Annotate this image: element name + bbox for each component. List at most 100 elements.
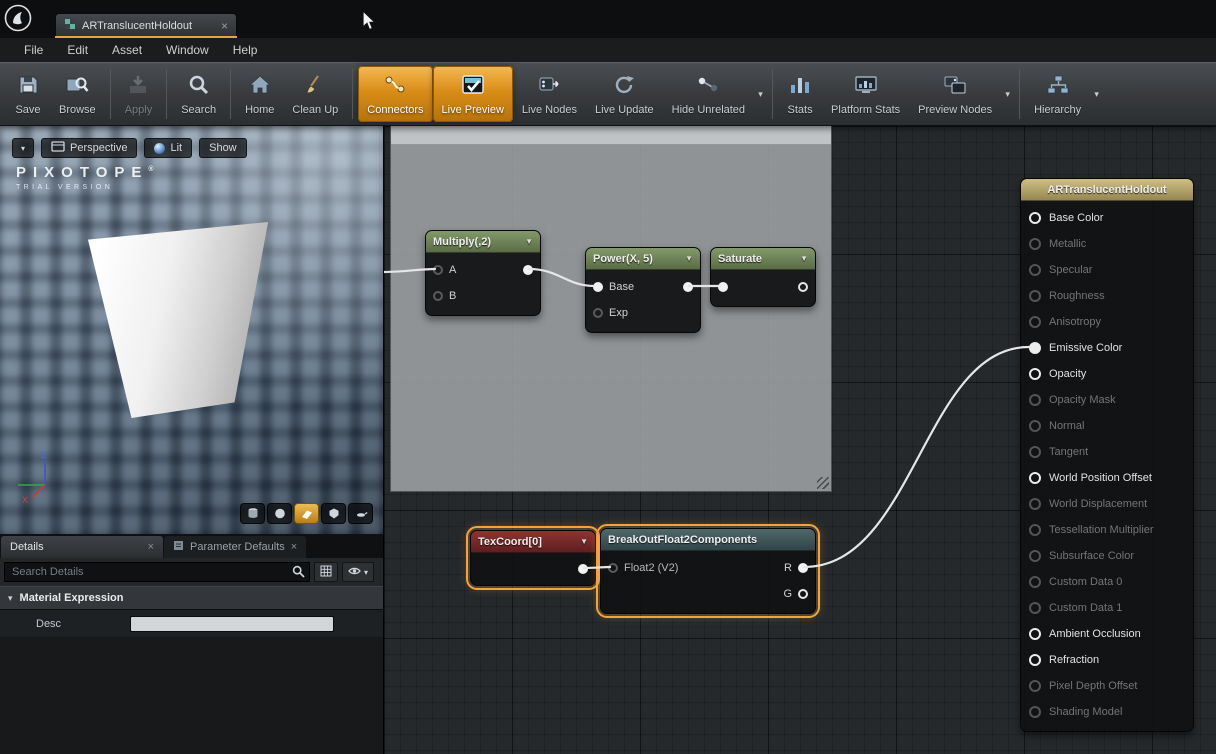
result-pin-circle[interactable] [1029,498,1041,510]
result-pin-circle[interactable] [1029,316,1041,328]
node-power[interactable]: Power(X, 5) ▼ Base Exp [585,247,701,333]
result-pin-circle[interactable] [1029,654,1041,666]
result-pin-row[interactable]: Custom Data 1 [1021,595,1193,621]
tab-details-close-icon[interactable]: × [148,541,154,553]
result-pin-row[interactable]: Specular [1021,257,1193,283]
result-pin-row[interactable]: Anisotropy [1021,309,1193,335]
result-pin-row[interactable]: Metallic [1021,231,1193,257]
material-expression-section-header[interactable]: ▾ Material Expression [0,586,383,610]
result-pin-row[interactable]: Normal [1021,413,1193,439]
node-saturate[interactable]: Saturate ▼ [710,247,816,307]
live-update-button[interactable]: Live Update [586,66,663,122]
comment-title-bar[interactable] [391,126,831,145]
node-texcoord[interactable]: TexCoord[0] ▼ [470,530,596,586]
tab-details[interactable]: Details × [1,536,163,558]
preview-sphere-button[interactable] [267,503,292,524]
result-pin-row[interactable]: Subsurface Color [1021,543,1193,569]
input-pin-exp[interactable] [593,308,603,318]
output-pin-g[interactable] [798,589,808,599]
result-pin-circle[interactable] [1029,472,1041,484]
output-pin[interactable] [578,564,588,574]
comment-resize-handle[interactable] [817,477,829,489]
search-details-input[interactable] [4,562,310,582]
browse-button[interactable]: Browse [50,66,105,122]
live-nodes-button[interactable]: Live Nodes [513,66,586,122]
preview-cube-button[interactable] [321,503,346,524]
preview-nodes-button[interactable]: Preview Nodes [909,66,1001,122]
result-pin-circle[interactable] [1029,576,1041,588]
details-grid-view-button[interactable] [314,562,338,582]
input-pin[interactable] [718,282,728,292]
result-pin-row[interactable]: Shading Model [1021,699,1193,725]
result-pin-circle[interactable] [1029,394,1041,406]
result-pin-row[interactable]: Roughness [1021,283,1193,309]
details-visibility-button[interactable]: ▾ [342,562,374,582]
node-breakout-float2[interactable]: BreakOutFloat2Components Float2 (V2) R G [600,528,816,614]
menu-item[interactable]: File [12,38,55,62]
result-pin-row[interactable]: Ambient Occlusion [1021,621,1193,647]
tab-close-icon[interactable]: × [221,20,228,32]
result-pin-circle[interactable] [1029,264,1041,276]
output-pin[interactable] [683,282,693,292]
result-pin-row[interactable]: Tangent [1021,439,1193,465]
material-graph-canvas[interactable]: Multiply(,2) ▼ A B Power(X, 5) ▼ Base Ex… [384,126,1216,754]
result-pin-circle[interactable] [1029,706,1041,718]
viewport-options-button[interactable]: ▾ [12,138,34,158]
asset-tab[interactable]: ARTranslucentHoldout × [55,13,237,37]
node-multiply[interactable]: Multiply(,2) ▼ A B [425,230,541,316]
view-mode-button[interactable]: Perspective [41,138,137,158]
pin-row[interactable]: Exp [586,300,700,326]
result-pin-circle[interactable] [1029,628,1041,640]
result-pin-circle[interactable] [1029,238,1041,250]
result-pin-row[interactable]: Custom Data 0 [1021,569,1193,595]
result-pin-circle[interactable] [1029,342,1041,354]
search-button[interactable]: Search [172,66,225,122]
result-pin-circle[interactable] [1029,680,1041,692]
preview-viewport[interactable]: ▾ Perspective Lit Show PIXOTOPE® TRIAL V… [0,126,384,534]
preview-cylinder-button[interactable] [240,503,265,524]
platform-stats-button[interactable]: Platform Stats [822,66,909,122]
result-pin-row[interactable]: Emissive Color [1021,335,1193,361]
preview-plane-button[interactable] [294,503,319,524]
hierarchy-dropdown-arrow[interactable]: ▾ [1090,66,1103,122]
save-button[interactable]: Save [6,66,50,122]
result-pin-row[interactable]: Tessellation Multiplier [1021,517,1193,543]
menu-item[interactable]: Asset [100,38,154,62]
result-pin-circle[interactable] [1029,550,1041,562]
input-pin-b[interactable] [433,291,443,301]
hierarchy-button[interactable]: Hierarchy [1025,66,1090,122]
menu-item[interactable]: Edit [55,38,100,62]
result-pin-circle[interactable] [1029,290,1041,302]
live-preview-button[interactable]: Live Preview [433,66,513,122]
result-pin-circle[interactable] [1029,446,1041,458]
preview-mesh-button[interactable] [348,503,373,524]
hide-unrelated-button[interactable]: Hide Unrelated [663,66,754,122]
show-button[interactable]: Show [199,138,247,158]
clean-up-button[interactable]: Clean Up [283,66,347,122]
output-pin-r[interactable] [798,563,808,573]
result-pin-row[interactable]: World Displacement [1021,491,1193,517]
lit-mode-button[interactable]: Lit [144,138,192,158]
menu-item[interactable]: Help [221,38,270,62]
input-pin-base[interactable] [593,282,603,292]
apply-button[interactable]: Apply [116,66,162,122]
stats-button[interactable]: Stats [778,66,822,122]
result-pin-row[interactable]: Opacity [1021,361,1193,387]
result-pin-row[interactable]: Refraction [1021,647,1193,673]
desc-input[interactable] [130,616,334,632]
menu-item[interactable]: Window [154,38,221,62]
result-pin-row[interactable]: World Position Offset [1021,465,1193,491]
result-pin-row[interactable]: Opacity Mask [1021,387,1193,413]
connectors-button[interactable]: Connectors [358,66,432,122]
result-pin-circle[interactable] [1029,420,1041,432]
result-pin-row[interactable]: Base Color [1021,205,1193,231]
hide-unrelated-dropdown-arrow[interactable]: ▾ [754,66,767,122]
result-pin-circle[interactable] [1029,602,1041,614]
node-material-result[interactable]: ARTranslucentHoldout Base Color Metallic [1020,178,1194,732]
input-pin-float2[interactable] [608,563,618,573]
result-pin-row[interactable]: Pixel Depth Offset [1021,673,1193,699]
result-pin-circle[interactable] [1029,212,1041,224]
preview-nodes-dropdown-arrow[interactable]: ▾ [1001,66,1014,122]
output-pin[interactable] [523,265,533,275]
output-pin[interactable] [798,282,808,292]
